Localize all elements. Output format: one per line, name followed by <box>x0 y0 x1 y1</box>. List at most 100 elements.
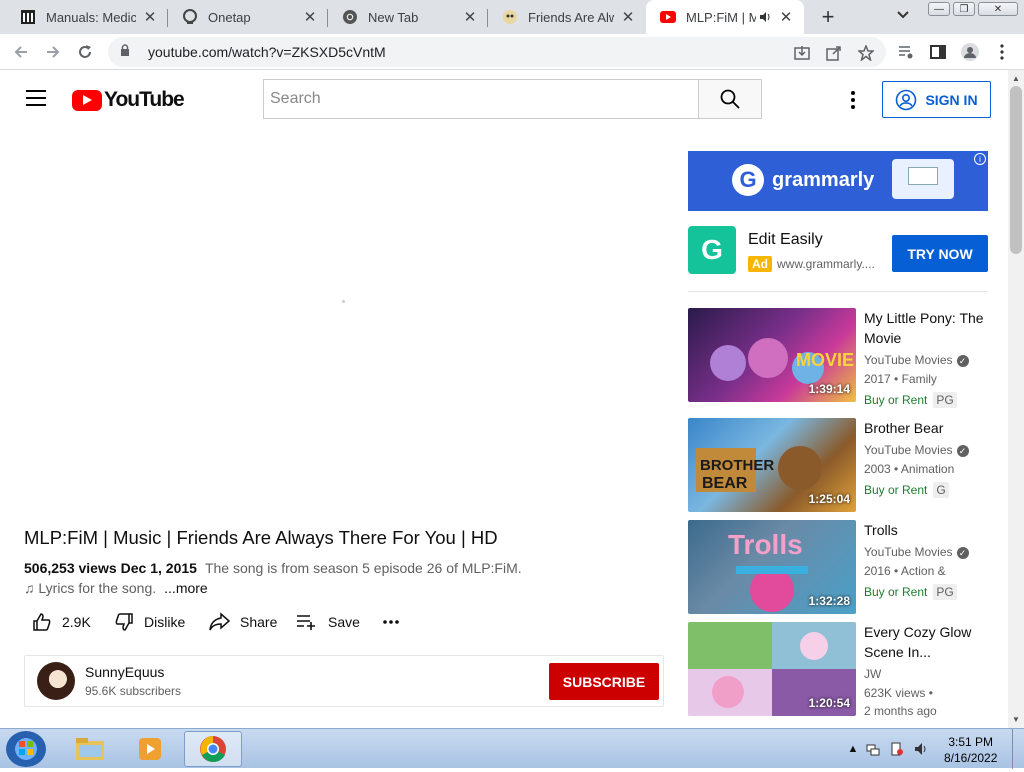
install-icon[interactable] <box>792 43 812 63</box>
side-panel-icon[interactable] <box>928 42 948 62</box>
close-tab-icon[interactable]: ✕ <box>302 9 318 26</box>
action-center-icon[interactable] <box>890 742 904 756</box>
new-tab-button[interactable]: + <box>816 4 840 29</box>
save-button[interactable]: Save <box>296 612 360 632</box>
ad-companion: G Edit Easily Ad www.grammarly.... TRY N… <box>688 226 988 276</box>
browser-toolbar: youtube.com/watch?v=ZKSXD5cVntM <box>0 34 1024 70</box>
recommendation-title[interactable]: My Little Pony: The Movie <box>864 308 988 348</box>
recommendation-title[interactable]: Trolls <box>864 520 988 540</box>
close-tab-icon[interactable]: ✕ <box>462 9 478 26</box>
more-actions-button[interactable] <box>382 612 400 632</box>
youtube-header: YouTube Search SIGN IN <box>0 70 1008 128</box>
forward-arrow-icon[interactable] <box>42 41 64 63</box>
account-icon <box>896 89 917 110</box>
try-now-button[interactable]: TRY NOW <box>892 235 988 272</box>
upload-date: Dec 1, 2015 <box>120 560 197 576</box>
buy-label: Buy or Rent <box>864 483 928 497</box>
network-icon[interactable] <box>866 742 880 756</box>
close-tab-icon[interactable]: ✕ <box>142 9 158 26</box>
ad-illustration-card <box>908 167 938 185</box>
dislike-button[interactable]: Dislike <box>114 612 185 632</box>
verified-icon: ✓ <box>956 354 969 367</box>
video-player[interactable] <box>0 128 688 512</box>
recommendation-item[interactable]: 1:20:54 Every Cozy Glow Scene In... JW 6… <box>688 622 988 718</box>
show-more-link[interactable]: ...more <box>164 580 208 596</box>
system-clock[interactable]: 3:51 PM 8/16/2022 <box>944 734 997 766</box>
page-scrollbar[interactable]: ▲ ▼ <box>1008 70 1024 728</box>
ad-title[interactable]: Edit Easily <box>748 231 823 249</box>
video-thumbnail[interactable]: 1:20:54 <box>688 622 856 716</box>
ad-banner[interactable]: G grammarly i <box>688 151 988 211</box>
browser-tab-newtab[interactable]: New Tab ✕ <box>328 0 488 34</box>
sign-in-button[interactable]: SIGN IN <box>882 81 991 118</box>
tab-title: New Tab <box>368 9 419 25</box>
ad-info-icon[interactable]: i <box>974 153 986 165</box>
recommendation-item[interactable]: Trolls 1:32:28 Trolls YouTube Movies ✓ 20… <box>688 520 988 614</box>
scroll-up-icon[interactable]: ▲ <box>1012 74 1020 83</box>
media-player-icon[interactable] <box>126 731 174 767</box>
more-horizontal-icon <box>383 620 399 624</box>
maximize-button[interactable]: ❐ <box>953 2 975 16</box>
chrome-taskbar-icon[interactable] <box>184 731 242 767</box>
search-input[interactable]: Search <box>263 79 699 119</box>
channel-avatar[interactable] <box>37 662 75 700</box>
search-button[interactable] <box>698 79 762 119</box>
media-control-icon[interactable] <box>896 42 916 62</box>
youtube-logo[interactable]: YouTube <box>72 88 185 112</box>
settings-menu-icon[interactable] <box>843 90 863 110</box>
video-thumbnail[interactable]: BROTHER BEAR 1:25:04 <box>688 418 856 512</box>
close-window-button[interactable]: ✕ <box>978 2 1018 16</box>
recommendation-channel: YouTube Movies ✓ <box>864 443 969 457</box>
video-description-line-2[interactable]: ♫ Lyrics for the song. ...more <box>24 580 208 596</box>
channel-name[interactable]: SunnyEquus <box>85 664 164 680</box>
browser-tab-onetap[interactable]: Onetap ✕ <box>168 0 328 34</box>
close-tab-icon[interactable]: ✕ <box>620 9 636 26</box>
address-bar[interactable]: youtube.com/watch?v=ZKSXD5cVntM <box>108 37 886 67</box>
show-hidden-icons[interactable]: ▲ <box>846 742 860 756</box>
browser-menu-icon[interactable] <box>992 42 1012 62</box>
volume-icon[interactable] <box>914 742 928 756</box>
recommendation-channel: YouTube Movies ✓ <box>864 545 969 559</box>
back-arrow-icon[interactable] <box>10 41 32 63</box>
minimize-button[interactable]: — <box>928 2 950 16</box>
svg-text:MOVIE: MOVIE <box>796 350 854 370</box>
start-button[interactable] <box>6 731 46 767</box>
scrollbar-thumb[interactable] <box>1010 86 1022 254</box>
hamburger-menu-icon[interactable] <box>26 90 46 106</box>
clock-time: 3:51 PM <box>948 735 994 749</box>
video-thumbnail[interactable]: Trolls 1:32:28 <box>688 520 856 614</box>
tab-title: Friends Are Alway <box>528 9 614 25</box>
scroll-down-icon[interactable]: ▼ <box>1012 715 1020 724</box>
recommendation-title[interactable]: Brother Bear <box>864 418 988 438</box>
bookmark-star-icon[interactable] <box>856 43 876 63</box>
file-explorer-icon[interactable] <box>66 731 114 767</box>
reload-icon[interactable] <box>74 41 96 63</box>
url-text: youtube.com/watch?v=ZKSXD5cVntM <box>148 44 386 60</box>
profile-avatar-icon[interactable] <box>960 42 980 62</box>
channel-label: YouTube Movies <box>864 545 953 559</box>
video-description[interactable]: 506,253 views Dec 1, 2015 The song is from… <box>24 560 522 576</box>
video-title: MLP:FiM | Music | Friends Are Always The… <box>24 527 498 548</box>
speaker-icon[interactable] <box>758 9 772 25</box>
browser-tab-friends[interactable]: Friends Are Alway ✕ <box>488 0 646 34</box>
recommendation-meta: 623K views • <box>864 686 933 700</box>
tab-search-icon[interactable] <box>896 8 914 26</box>
share-icon[interactable] <box>824 43 844 63</box>
close-tab-icon[interactable]: ✕ <box>778 9 794 26</box>
sign-in-label: SIGN IN <box>925 91 978 108</box>
share-button[interactable]: Share <box>208 612 277 632</box>
recommendation-meta: 2003 • Animation <box>864 462 955 476</box>
recommendation-meta: 2016 • Action & <box>864 564 946 578</box>
video-thumbnail[interactable]: MOVIE 1:39:14 <box>688 308 856 402</box>
show-desktop-button[interactable] <box>1012 729 1024 769</box>
verified-icon: ✓ <box>956 546 969 559</box>
like-button[interactable]: 2.9K <box>32 612 91 632</box>
recommendation-title[interactable]: Every Cozy Glow Scene In... <box>864 622 988 662</box>
grammarly-logo-icon[interactable]: G <box>688 226 736 274</box>
recommendation-item[interactable]: MOVIE 1:39:14 My Little Pony: The Movie … <box>688 308 988 408</box>
browser-tab-manuals[interactable]: Manuals: Medical ✕ <box>6 0 168 34</box>
verified-icon: ✓ <box>956 444 969 457</box>
subscribe-button[interactable]: SUBSCRIBE <box>549 663 659 700</box>
recommendation-item[interactable]: BROTHER BEAR 1:25:04 Brother Bear YouTube… <box>688 418 988 512</box>
browser-tab-youtube[interactable]: MLP:FiM | Mu ✕ <box>646 0 804 34</box>
